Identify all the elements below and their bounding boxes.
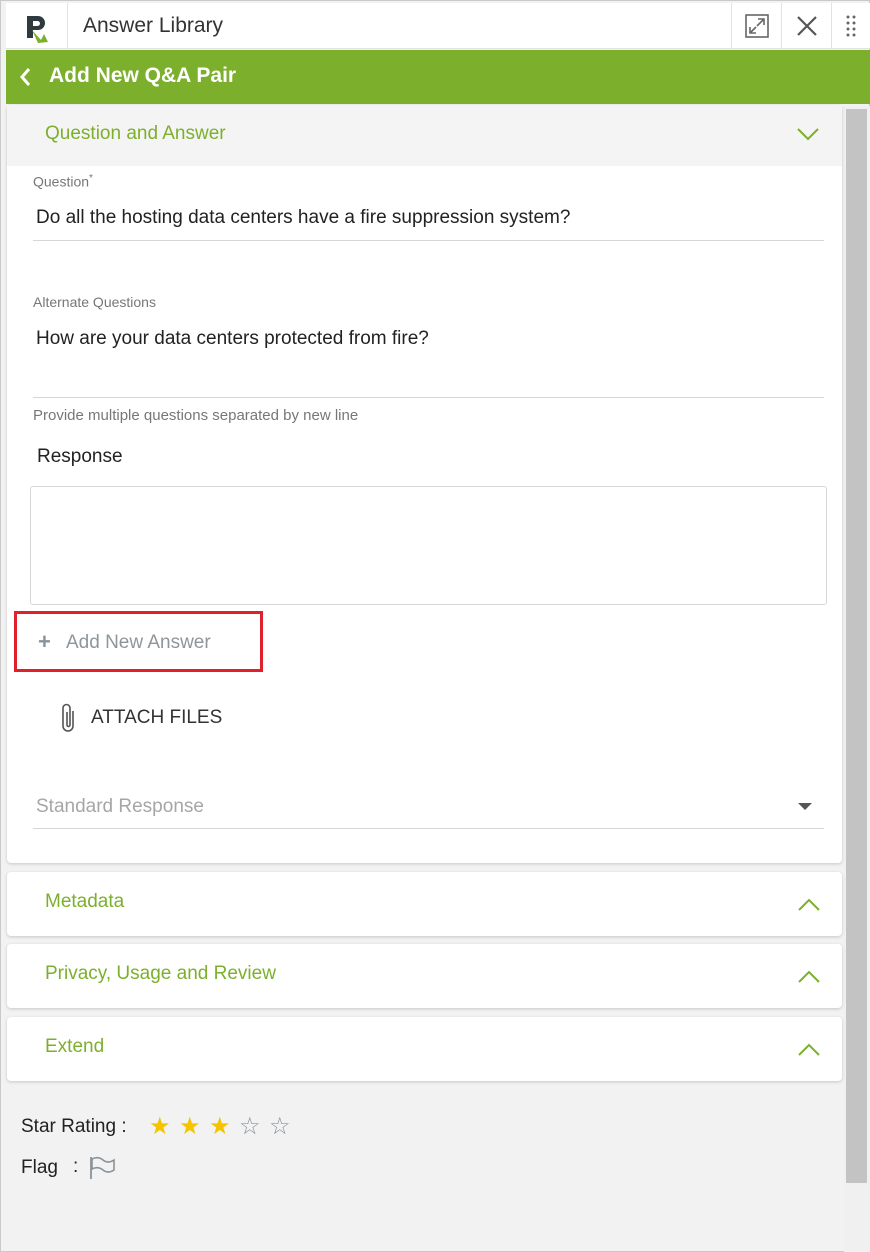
standard-response-select[interactable]: Standard Response [33,791,824,829]
chevron-up-icon[interactable] [797,1043,821,1057]
flag-label: Flag [21,1157,58,1178]
attach-files-label: ATTACH FILES [91,707,223,728]
chevron-up-icon[interactable] [797,970,821,984]
star-empty-icon[interactable]: ☆ [239,1115,261,1139]
section-title: Metadata [45,891,125,912]
response-editor[interactable] [30,486,827,605]
section-title: Question and Answer [45,123,226,144]
chevron-left-icon[interactable] [18,66,32,88]
star-empty-icon[interactable]: ☆ [269,1115,291,1139]
logo [6,3,68,49]
app-title: Answer Library [83,14,224,37]
page-header: Add New Q&A Pair [6,50,870,104]
alternate-questions-label: Alternate Questions [33,294,156,310]
question-label: Question* [33,173,93,190]
star-filled-icon[interactable]: ★ [209,1115,231,1139]
section-metadata[interactable]: Metadata [7,872,842,936]
star-filled-icon[interactable]: ★ [179,1115,201,1139]
question-input[interactable]: Do all the hosting data centers have a f… [36,207,570,229]
section-title: Privacy, Usage and Review [45,963,276,984]
alternate-questions-input[interactable]: How are your data centers protected from… [36,328,429,350]
panel-titlebar: Answer Library [6,3,870,49]
drag-handle-icon [846,15,856,37]
section-extend[interactable]: Extend [7,1017,842,1081]
star-rating-label: Star Rating : [21,1116,127,1137]
add-new-answer-label: Add New Answer [66,632,211,653]
expand-button[interactable] [731,3,781,49]
scrollbar-thumb[interactable] [846,109,867,1183]
chevron-down-icon[interactable] [796,127,820,141]
rfpio-logo-icon [27,16,48,43]
close-button[interactable] [781,3,831,49]
star-filled-icon[interactable]: ★ [149,1115,171,1139]
chevron-up-icon[interactable] [797,898,821,912]
drag-handle[interactable] [831,3,870,49]
add-new-answer-button[interactable]: + Add New Answer [14,611,263,672]
question-underline [33,240,824,241]
alternate-questions-underline [33,397,824,398]
standard-response-placeholder: Standard Response [36,796,204,817]
section-privacy-usage-review[interactable]: Privacy, Usage and Review [7,944,842,1008]
caret-down-icon [798,803,812,810]
expand-icon [745,14,769,38]
close-icon [797,16,817,36]
paperclip-icon [62,703,74,732]
section-title: Extend [45,1036,105,1057]
response-label: Response [37,446,123,467]
answer-library-panel: Answer Library Add New Q&A Pair Question… [0,0,870,1252]
flag-separator: : [73,1156,79,1177]
page-title: Add New Q&A Pair [49,64,237,87]
plus-icon: + [38,629,51,654]
alternate-questions-hint: Provide multiple questions separated by … [33,407,359,424]
section-header-question-and-answer[interactable]: Question and Answer [7,105,842,166]
section-question-and-answer: Question and Answer Question* Do all the… [7,105,842,863]
flag-outline-icon[interactable] [89,1156,117,1180]
